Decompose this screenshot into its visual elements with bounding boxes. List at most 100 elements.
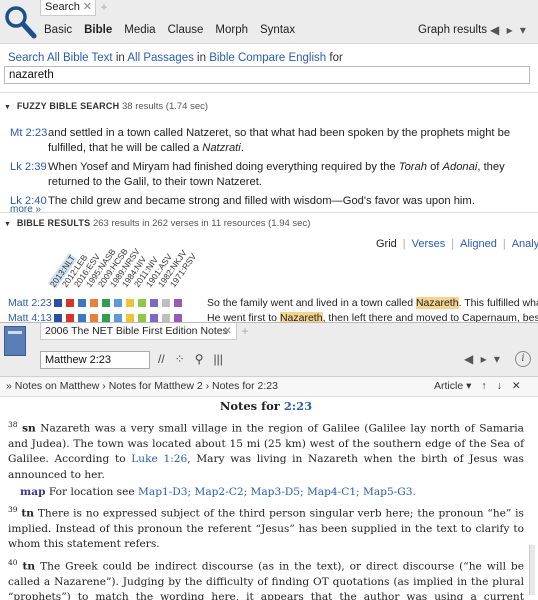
- scripture-link[interactable]: Luke 1:26: [131, 453, 187, 465]
- book-cover-icon[interactable]: [4, 326, 26, 356]
- verse-ref-link[interactable]: Lk 2:39: [10, 160, 48, 190]
- new-tab-button[interactable]: +: [238, 323, 252, 339]
- verse-text: The child grew and became strong and fil…: [48, 195, 475, 207]
- divider: [0, 92, 538, 93]
- fuzzy-section-header[interactable]: ▼ FUZZY BIBLE SEARCH 38 results (1.74 se…: [4, 101, 208, 112]
- collapse-triangle-icon[interactable]: ▼: [4, 221, 11, 228]
- view-analysis[interactable]: Analysis: [512, 238, 538, 250]
- article-dropdown[interactable]: Article ▾: [434, 377, 471, 396]
- separator: |: [451, 238, 455, 250]
- for-label: for: [329, 52, 343, 64]
- note-38: 38 sn Nazareth was a very small village …: [8, 417, 524, 483]
- divider: [0, 212, 538, 213]
- list-item: Lk 2:40 The child grew and became strong…: [10, 194, 532, 209]
- verse-ref-link[interactable]: Matt 2:23: [8, 297, 52, 309]
- table-row[interactable]: Matt 2:23 So the family went and lived i…: [0, 296, 538, 311]
- close-icon[interactable]: ✕: [512, 377, 521, 396]
- list-item: Lk 2:39 When Yosef and Miryam had finish…: [10, 160, 532, 190]
- resource-dropdown[interactable]: Bible Compare English: [209, 52, 326, 64]
- bible-results-count: 263 results in 262 verses in 11 resource…: [92, 218, 311, 229]
- down-arrow-icon[interactable]: ↓: [497, 377, 502, 396]
- note-type: tn: [21, 507, 34, 520]
- tab-basic[interactable]: Basic: [44, 24, 72, 40]
- text-before: So the family went and lived in a town c…: [207, 297, 416, 309]
- search-icon[interactable]: ⚲: [195, 352, 204, 366]
- map-label: map: [20, 486, 46, 499]
- search-toolbar: Search ✕ + Basic Bible Media Clause Morp…: [0, 0, 538, 44]
- more-link[interactable]: more »: [10, 204, 41, 215]
- note-text: The Greek could be indirect discourse (a…: [8, 560, 524, 600]
- separator: |: [502, 238, 506, 250]
- verse-text: and settled in a town called Natzeret, s…: [48, 127, 511, 154]
- title-ref-link[interactable]: 2:23: [284, 399, 312, 413]
- reference-input[interactable]: Matthew 2:23: [40, 351, 150, 369]
- search-link[interactable]: Search: [8, 52, 44, 64]
- search-query-builder: Search All Bible Text in All Passages in…: [8, 52, 343, 64]
- notes-toolbar: 2006 The NET Bible First Edition Notes ✕…: [0, 323, 538, 377]
- bible-results-section-header[interactable]: ▼ BIBLE RESULTS 263 results in 262 verse…: [4, 218, 310, 229]
- note-number: 40: [8, 557, 18, 567]
- separator: |: [402, 238, 406, 250]
- fuzzy-header-label: FUZZY BIBLE SEARCH: [16, 101, 120, 111]
- fuzzy-count: 38 results (1.74 sec): [121, 101, 209, 112]
- columns-icon[interactable]: |||: [214, 352, 223, 366]
- note-number: 39: [8, 505, 18, 515]
- range-dropdown[interactable]: All Passages: [127, 52, 193, 64]
- note-type: tn: [22, 560, 36, 573]
- notes-panel: 2006 The NET Bible First Edition Notes ✕…: [0, 322, 538, 600]
- tab-net-notes[interactable]: 2006 The NET Bible First Edition Notes ✕: [40, 323, 237, 340]
- tab-bible[interactable]: Bible: [84, 24, 112, 40]
- graph-results-button[interactable]: Graph results: [418, 24, 487, 36]
- in-label-2: in: [197, 52, 206, 64]
- tab-search-label: Search: [45, 1, 80, 13]
- notes-tab-label: 2006 The NET Bible First Edition Notes: [45, 325, 228, 337]
- highlighted-term: Nazareth: [415, 297, 459, 309]
- text-after: . This fulfilled what the pro: [458, 297, 538, 309]
- parallel-resources-icon[interactable]: //: [158, 352, 165, 366]
- note-39: 39 tn There is no expressed subject of t…: [8, 502, 524, 552]
- scope-dropdown[interactable]: All Bible Text: [47, 52, 113, 64]
- visual-filters-icon[interactable]: ⁘: [175, 352, 185, 366]
- note-number: 38: [8, 420, 18, 430]
- scrollbar[interactable]: [529, 545, 535, 595]
- history-nav-arrows[interactable]: ◀ ▸ ▾: [490, 23, 528, 37]
- search-panel: Search ✕ + Basic Bible Media Clause Morp…: [0, 0, 538, 324]
- breadcrumb-bar: » Notes on Matthew › Notes for Matthew 2…: [0, 377, 538, 397]
- search-type-tabs: Basic Bible Media Clause Morph Syntax: [44, 24, 295, 40]
- new-tab-button[interactable]: +: [97, 0, 111, 16]
- close-icon[interactable]: ✕: [223, 323, 232, 339]
- history-nav-arrows[interactable]: ◀ ▸ ▾: [464, 352, 502, 366]
- tab-media[interactable]: Media: [124, 24, 155, 40]
- in-label: in: [115, 52, 125, 64]
- close-icon[interactable]: ✕: [83, 0, 92, 15]
- search-magnifier-icon[interactable]: [3, 4, 37, 40]
- verse-text: So the family went and lived in a town c…: [207, 297, 538, 309]
- note-type: sn: [22, 422, 36, 435]
- map-links[interactable]: Map1-D3; Map2-C2; Map3-D5; Map4-C1; Map5…: [138, 486, 416, 498]
- result-view-tabs: Grid | Verses | Aligned | Analysis: [376, 238, 538, 250]
- fuzzy-results-list: Mt 2:23 and settled in a town called Nat…: [10, 126, 532, 213]
- tab-search[interactable]: Search ✕: [40, 0, 96, 16]
- list-item: Mt 2:23 and settled in a town called Nat…: [10, 126, 532, 156]
- tab-syntax[interactable]: Syntax: [260, 24, 295, 40]
- up-arrow-icon[interactable]: ↑: [481, 377, 486, 396]
- map-line: map For location see Map1-D3; Map2-C2; M…: [8, 485, 524, 500]
- view-grid[interactable]: Grid: [376, 238, 397, 250]
- article-controls: Article ▾ ↑ ↓ ✕: [434, 377, 521, 396]
- verse-ref-link[interactable]: Mt 2:23: [10, 126, 48, 156]
- search-input[interactable]: nazareth: [4, 66, 530, 84]
- map-text: For location see: [48, 486, 135, 499]
- notes-tool-icons: // ⁘ ⚲ |||: [158, 352, 223, 366]
- bible-results-header-label: BIBLE RESULTS: [16, 218, 91, 228]
- breadcrumb[interactable]: » Notes on Matthew › Notes for Matthew 2…: [6, 377, 278, 396]
- collapse-triangle-icon[interactable]: ▼: [4, 104, 11, 111]
- page-title: Notes for 2:23: [8, 399, 524, 414]
- view-aligned[interactable]: Aligned: [460, 238, 497, 250]
- verse-text: When Yosef and Miryam had finished doing…: [48, 161, 505, 188]
- note-40: 40 tn The Greek could be indirect discou…: [8, 555, 524, 600]
- view-verses[interactable]: Verses: [412, 238, 446, 250]
- info-icon[interactable]: i: [515, 351, 531, 367]
- tab-clause[interactable]: Clause: [168, 24, 204, 40]
- tab-morph[interactable]: Morph: [215, 24, 248, 40]
- title-prefix: Notes for: [219, 399, 280, 413]
